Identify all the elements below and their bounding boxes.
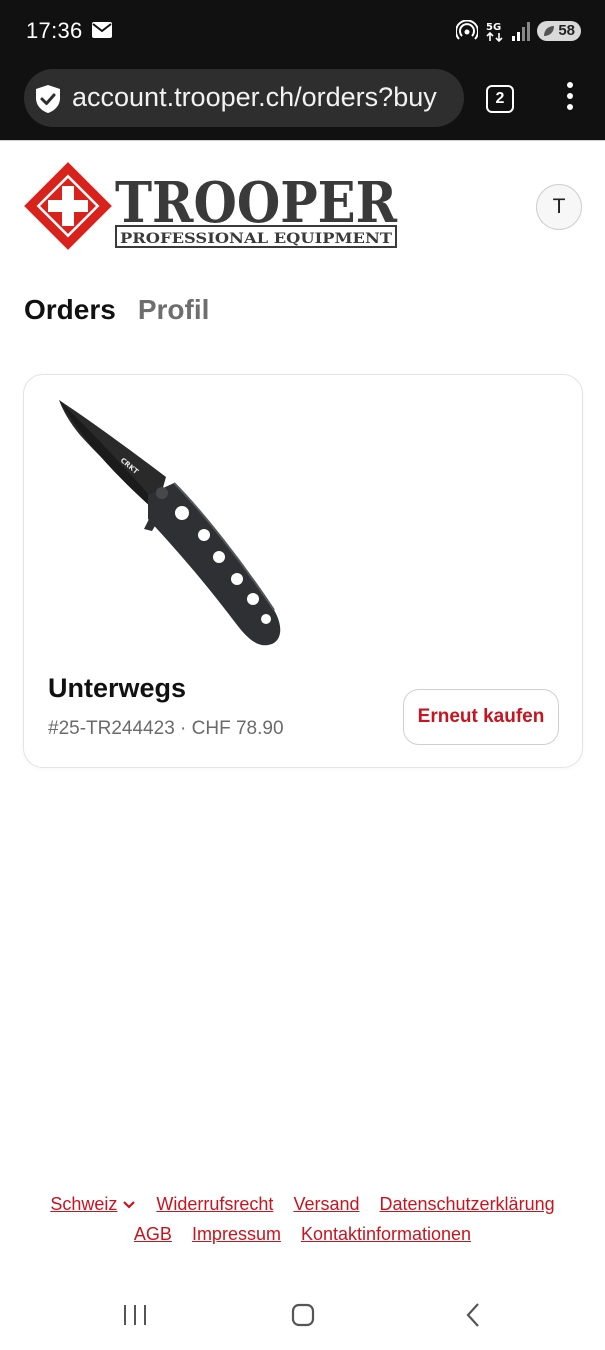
footer-link-widerrufsrecht[interactable]: Widerrufsrecht — [156, 1194, 273, 1215]
system-nav-bar — [0, 1282, 605, 1350]
order-total: CHF 78.90 — [191, 718, 284, 739]
status-icons: 5G 58 — [456, 20, 581, 42]
url-text[interactable]: account.trooper.ch/orders?buy — [72, 82, 437, 113]
footer-link-kontakt[interactable]: Kontaktinformationen — [301, 1224, 471, 1245]
footer-link-agb[interactable]: AGB — [134, 1224, 172, 1245]
tab-profil[interactable]: Profil — [138, 294, 210, 326]
5g-icon: 5G — [486, 22, 503, 42]
browser-toolbar: account.trooper.ch/orders?buy 2 — [0, 62, 605, 140]
order-meta: #25-TR244423 · CHF 78.90 — [48, 718, 284, 740]
status-time: 17:36 — [26, 18, 83, 43]
product-image-knife[interactable]: CRKT — [54, 395, 294, 653]
signal-icon — [512, 22, 530, 41]
rebuy-button[interactable]: Erneut kaufen — [403, 689, 559, 745]
trooper-logo[interactable]: TROOPER PROFESSIONAL EQUIPMENT — [22, 160, 402, 256]
shield-check-icon[interactable] — [34, 84, 62, 114]
tabs-button[interactable]: 2 — [486, 85, 514, 113]
home-icon[interactable] — [291, 1302, 315, 1328]
footer: Schweiz Widerrufsrecht Versand Datenschu… — [0, 1194, 605, 1254]
logo-subtitle: PROFESSIONAL EQUIPMENT — [120, 231, 393, 247]
back-icon[interactable] — [464, 1302, 482, 1328]
footer-link-datenschutz[interactable]: Datenschutzerklärung — [380, 1194, 555, 1215]
tab-orders[interactable]: Orders — [24, 294, 116, 326]
hotspot-icon — [456, 20, 478, 40]
network-type-text: 5G — [486, 22, 501, 33]
battery-level: 58 — [558, 22, 575, 39]
order-title: Unterwegs — [48, 673, 187, 703]
divider — [0, 140, 605, 141]
country-selector[interactable]: Schweiz — [50, 1194, 136, 1215]
order-number: #25-TR244423 — [48, 718, 175, 739]
account-tabs: Orders Profil — [24, 294, 209, 326]
footer-row-1: Schweiz Widerrufsrecht Versand Datenschu… — [0, 1194, 605, 1215]
chevron-down-icon[interactable] — [122, 1200, 136, 1210]
country-label[interactable]: Schweiz — [50, 1194, 117, 1214]
order-card[interactable]: CRKT Unterwegs #25-TR244423 · CHF 78.90 … — [23, 374, 583, 768]
mail-icon — [92, 22, 112, 38]
recent-apps-icon[interactable] — [122, 1304, 148, 1326]
footer-link-impressum[interactable]: Impressum — [192, 1224, 281, 1245]
address-bar[interactable]: account.trooper.ch/orders?buy — [24, 69, 464, 127]
footer-link-versand[interactable]: Versand — [293, 1194, 359, 1215]
battery-saver-icon — [544, 26, 554, 36]
footer-row-2: AGB Impressum Kontaktinformationen — [0, 1224, 605, 1245]
status-bar: 17:36 5G 58 — [0, 0, 605, 62]
more-vert-icon[interactable] — [560, 82, 580, 118]
avatar[interactable]: T — [536, 184, 582, 230]
meta-separator: · — [180, 718, 187, 739]
battery-icon: 58 — [537, 21, 581, 41]
